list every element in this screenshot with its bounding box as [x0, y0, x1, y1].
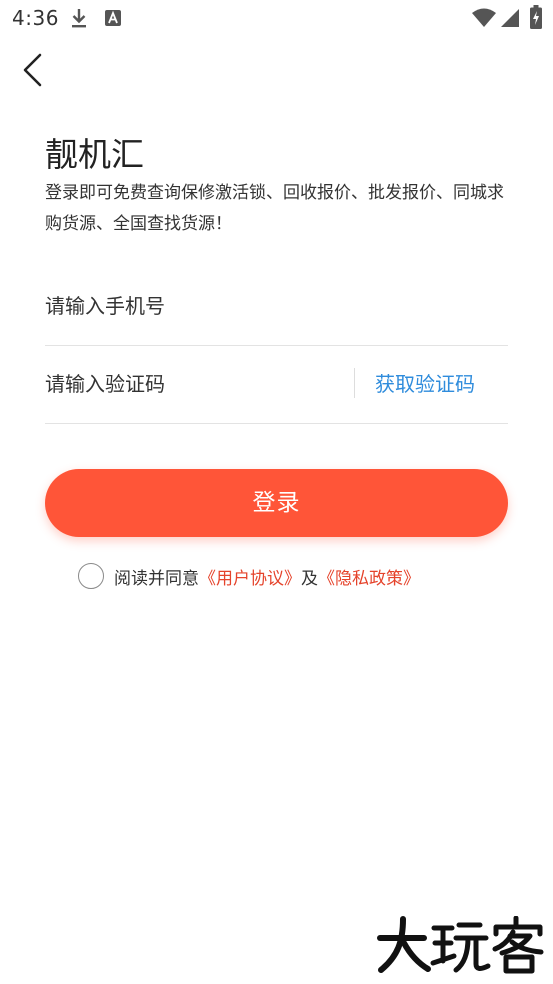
privacy-policy-link[interactable]: 《隐私政策》 [318, 564, 420, 589]
agreement-connector: 及 [301, 568, 318, 589]
phone-input[interactable] [45, 267, 345, 345]
agreement-checkbox[interactable] [78, 563, 104, 589]
phone-field-row [45, 267, 508, 346]
chevron-left-icon [23, 53, 42, 87]
font-a-icon [105, 10, 121, 30]
status-bar: 4:36 [0, 0, 553, 36]
user-agreement-link[interactable]: 《用户协议》 [199, 564, 301, 589]
app-title: 靓机汇 [45, 135, 144, 174]
status-time: 4:36 [12, 6, 59, 30]
download-icon [70, 8, 88, 32]
battery-charging-icon [530, 5, 542, 33]
intro-description: 登录即可免费查询保修激活锁、回收报价、批发报价、同城求购货源、全国查找货源！ [45, 183, 504, 234]
watermark-logo [376, 915, 546, 974]
verification-code-input[interactable] [45, 345, 335, 423]
back-button[interactable] [14, 50, 54, 90]
wifi-icon [472, 8, 496, 32]
agreement-row: 阅读并同意 《用户协议》 及 《隐私政策》 [78, 561, 420, 591]
code-field-row: 获取验证码 [45, 345, 508, 424]
login-button[interactable]: 登录 [45, 469, 508, 537]
agreement-prefix: 阅读并同意 [114, 568, 199, 589]
signal-icon [500, 8, 520, 32]
code-divider [354, 368, 355, 398]
get-code-button[interactable]: 获取验证码 [375, 345, 475, 423]
